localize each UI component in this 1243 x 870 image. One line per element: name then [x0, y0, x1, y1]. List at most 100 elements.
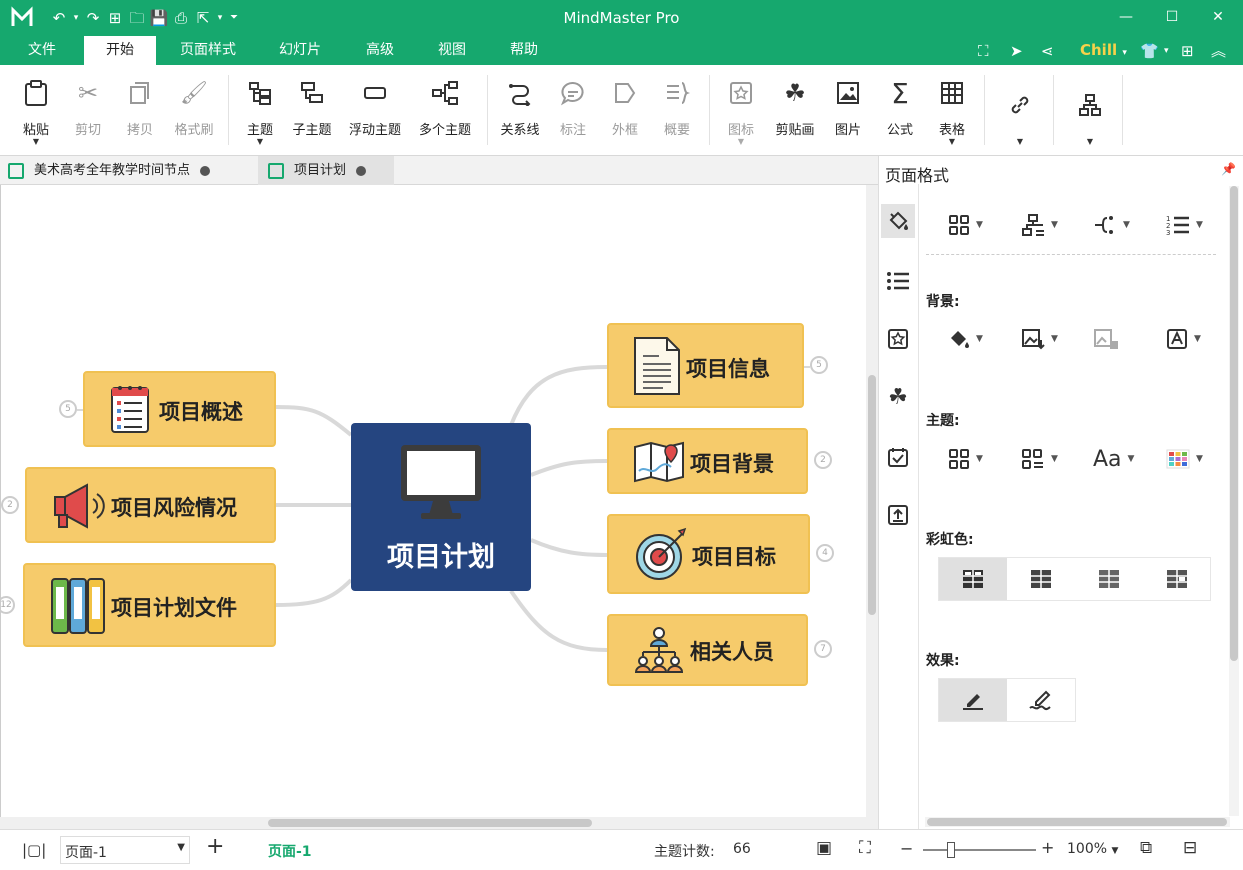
paste-button[interactable]: 粘贴 ▼: [16, 71, 56, 146]
copy-button[interactable]: 拷贝: [120, 71, 160, 146]
scrollbar-thumb[interactable]: [927, 818, 1227, 826]
formula-button[interactable]: Σ 公式: [880, 71, 920, 146]
scrollbar-thumb[interactable]: [268, 819, 592, 827]
zoom-out-icon[interactable]: −: [900, 839, 913, 858]
boundary-button[interactable]: 外框: [605, 71, 645, 146]
panel-vertical-scrollbar[interactable]: [1229, 186, 1239, 816]
callout-button[interactable]: 标注: [553, 71, 593, 146]
background-image-button[interactable]: ▼: [1021, 324, 1058, 354]
zoom-slider-handle[interactable]: [947, 842, 955, 858]
format-painter-button[interactable]: 🖌 格式刷: [172, 71, 216, 146]
rainbow-option-4[interactable]: [1143, 558, 1211, 600]
effect-option-handdrawn[interactable]: [1007, 679, 1075, 721]
floating-topic-button[interactable]: 浮动主题: [349, 71, 401, 146]
apps-icon[interactable]: ⊞: [1181, 41, 1194, 61]
topic-background[interactable]: 项目背景: [607, 428, 808, 494]
add-page-icon[interactable]: +: [206, 834, 224, 859]
rainbow-option-2[interactable]: [1007, 558, 1075, 600]
share-icon[interactable]: ⋖: [1041, 41, 1054, 61]
topic-overview[interactable]: 项目概述: [83, 371, 276, 447]
maximize-icon[interactable]: ☐: [1163, 8, 1181, 26]
menu-page-style[interactable]: 页面样式: [168, 36, 248, 65]
send-icon[interactable]: ➤: [1010, 41, 1023, 61]
sidebar-icons[interactable]: [881, 322, 915, 356]
cut-button[interactable]: ✂ 剪切: [68, 71, 108, 146]
menu-file[interactable]: 文件: [14, 36, 70, 65]
theme-color-button[interactable]: ▼: [1166, 444, 1203, 474]
subtopic-count-badge[interactable]: 5: [810, 356, 828, 374]
theme-name[interactable]: Chill ▾: [1080, 41, 1127, 59]
skin-icon[interactable]: 👕: [1140, 41, 1159, 61]
multiple-topics-button[interactable]: 多个主题: [419, 71, 471, 146]
subtopic-count-badge[interactable]: 2: [814, 451, 832, 469]
rainbow-option-3[interactable]: [1075, 558, 1143, 600]
sidebar-page-format[interactable]: [881, 204, 915, 238]
doc-tab-project-plan[interactable]: 项目计划: [258, 156, 394, 185]
collapse-ribbon-icon[interactable]: ︽: [1211, 41, 1226, 61]
sidebar-outline[interactable]: [881, 264, 915, 298]
org-layout-button[interactable]: ▼: [1021, 210, 1058, 240]
effect-option-normal[interactable]: [939, 679, 1007, 721]
canvas-horizontal-scrollbar[interactable]: [0, 817, 880, 829]
fullscreen-icon[interactable]: ⛶: [859, 838, 871, 858]
theme-button[interactable]: ▼: [948, 444, 983, 474]
collapse-panel-icon[interactable]: ⊟: [1183, 838, 1197, 858]
panel-horizontal-scrollbar[interactable]: [925, 817, 1230, 827]
mindmap-canvas[interactable]: 项目计划 项目概述 5 项目风险情况 2 项目计划文件 12 项目信息 5 项目…: [0, 185, 866, 817]
doc-tab-art[interactable]: 美术高考全年教学时间节点: [8, 156, 258, 185]
topic-info[interactable]: 项目信息: [607, 323, 804, 408]
sidebar-tasks[interactable]: [881, 440, 915, 474]
link-button[interactable]: ▼: [1000, 71, 1040, 146]
zoom-slider[interactable]: [923, 842, 1036, 858]
menu-slides[interactable]: 幻灯片: [265, 36, 335, 65]
menu-advanced[interactable]: 高级: [350, 36, 410, 65]
topic-button[interactable]: 主题 ▼: [240, 71, 280, 146]
rainbow-option-1[interactable]: [939, 558, 1007, 600]
sidebar-export[interactable]: [881, 498, 915, 532]
fit-page-icon[interactable]: ▣: [816, 838, 832, 858]
close-icon[interactable]: ✕: [1209, 8, 1227, 26]
topic-people[interactable]: 相关人员: [607, 614, 808, 686]
tab-close-icon[interactable]: [356, 165, 367, 176]
remove-background-image-button[interactable]: [1093, 324, 1119, 354]
theme-style-button[interactable]: ▼: [1021, 444, 1058, 474]
page-tab-active[interactable]: 页面-1: [268, 841, 312, 861]
clipart-button[interactable]: ☘ 剪贴画: [773, 71, 817, 146]
topic-goal[interactable]: 项目目标: [607, 514, 810, 594]
relationship-button[interactable]: 关系线: [500, 71, 540, 146]
scrollbar-thumb[interactable]: [868, 375, 876, 615]
layout-button[interactable]: ▼: [1070, 71, 1110, 146]
page-select[interactable]: 页面-1 ▼: [60, 836, 190, 864]
central-topic[interactable]: 项目计划: [351, 423, 531, 591]
sidebar-clipart[interactable]: ☘: [881, 380, 915, 414]
minimize-icon[interactable]: —: [1117, 8, 1135, 26]
background-fill-button[interactable]: ▼: [948, 324, 983, 354]
page-list-toggle-icon[interactable]: |▢|: [22, 841, 46, 859]
tab-close-icon[interactable]: [200, 165, 211, 176]
watermark-button[interactable]: ▼: [1166, 324, 1201, 354]
summary-button[interactable]: 概要: [657, 71, 697, 146]
zoom-in-icon[interactable]: +: [1041, 838, 1054, 857]
table-button[interactable]: 表格 ▼: [932, 71, 972, 146]
topic-risk[interactable]: 项目风险情况: [25, 467, 276, 543]
menu-view[interactable]: 视图: [424, 36, 480, 65]
topic-plan-files[interactable]: 项目计划文件: [23, 563, 276, 647]
scrollbar-thumb[interactable]: [1230, 186, 1238, 661]
picture-button[interactable]: 图片: [828, 71, 868, 146]
numbering-button[interactable]: 1 2 3 ▼: [1166, 210, 1203, 240]
connector-style-button[interactable]: ▼: [1093, 210, 1130, 240]
subtopic-count-badge[interactable]: 4: [816, 544, 834, 562]
structure-button[interactable]: ▼: [948, 210, 983, 240]
subtopic-count-badge[interactable]: 2: [1, 496, 19, 514]
canvas-vertical-scrollbar[interactable]: [866, 185, 878, 817]
theme-font-button[interactable]: Aa ▼: [1093, 444, 1134, 474]
subtopic-count-badge[interactable]: 7: [814, 640, 832, 658]
skin-dropdown-icon[interactable]: ▾: [1164, 41, 1169, 61]
icon-button[interactable]: 图标 ▼: [721, 71, 761, 146]
menu-home[interactable]: 开始: [84, 36, 156, 65]
zoom-level[interactable]: 100% ▼: [1067, 841, 1118, 857]
fit-screen-icon[interactable]: ⧉: [1140, 838, 1152, 858]
menu-help[interactable]: 帮助: [496, 36, 552, 65]
subtopic-button[interactable]: 子主题: [292, 71, 332, 146]
pin-icon[interactable]: 📌: [1221, 162, 1236, 176]
